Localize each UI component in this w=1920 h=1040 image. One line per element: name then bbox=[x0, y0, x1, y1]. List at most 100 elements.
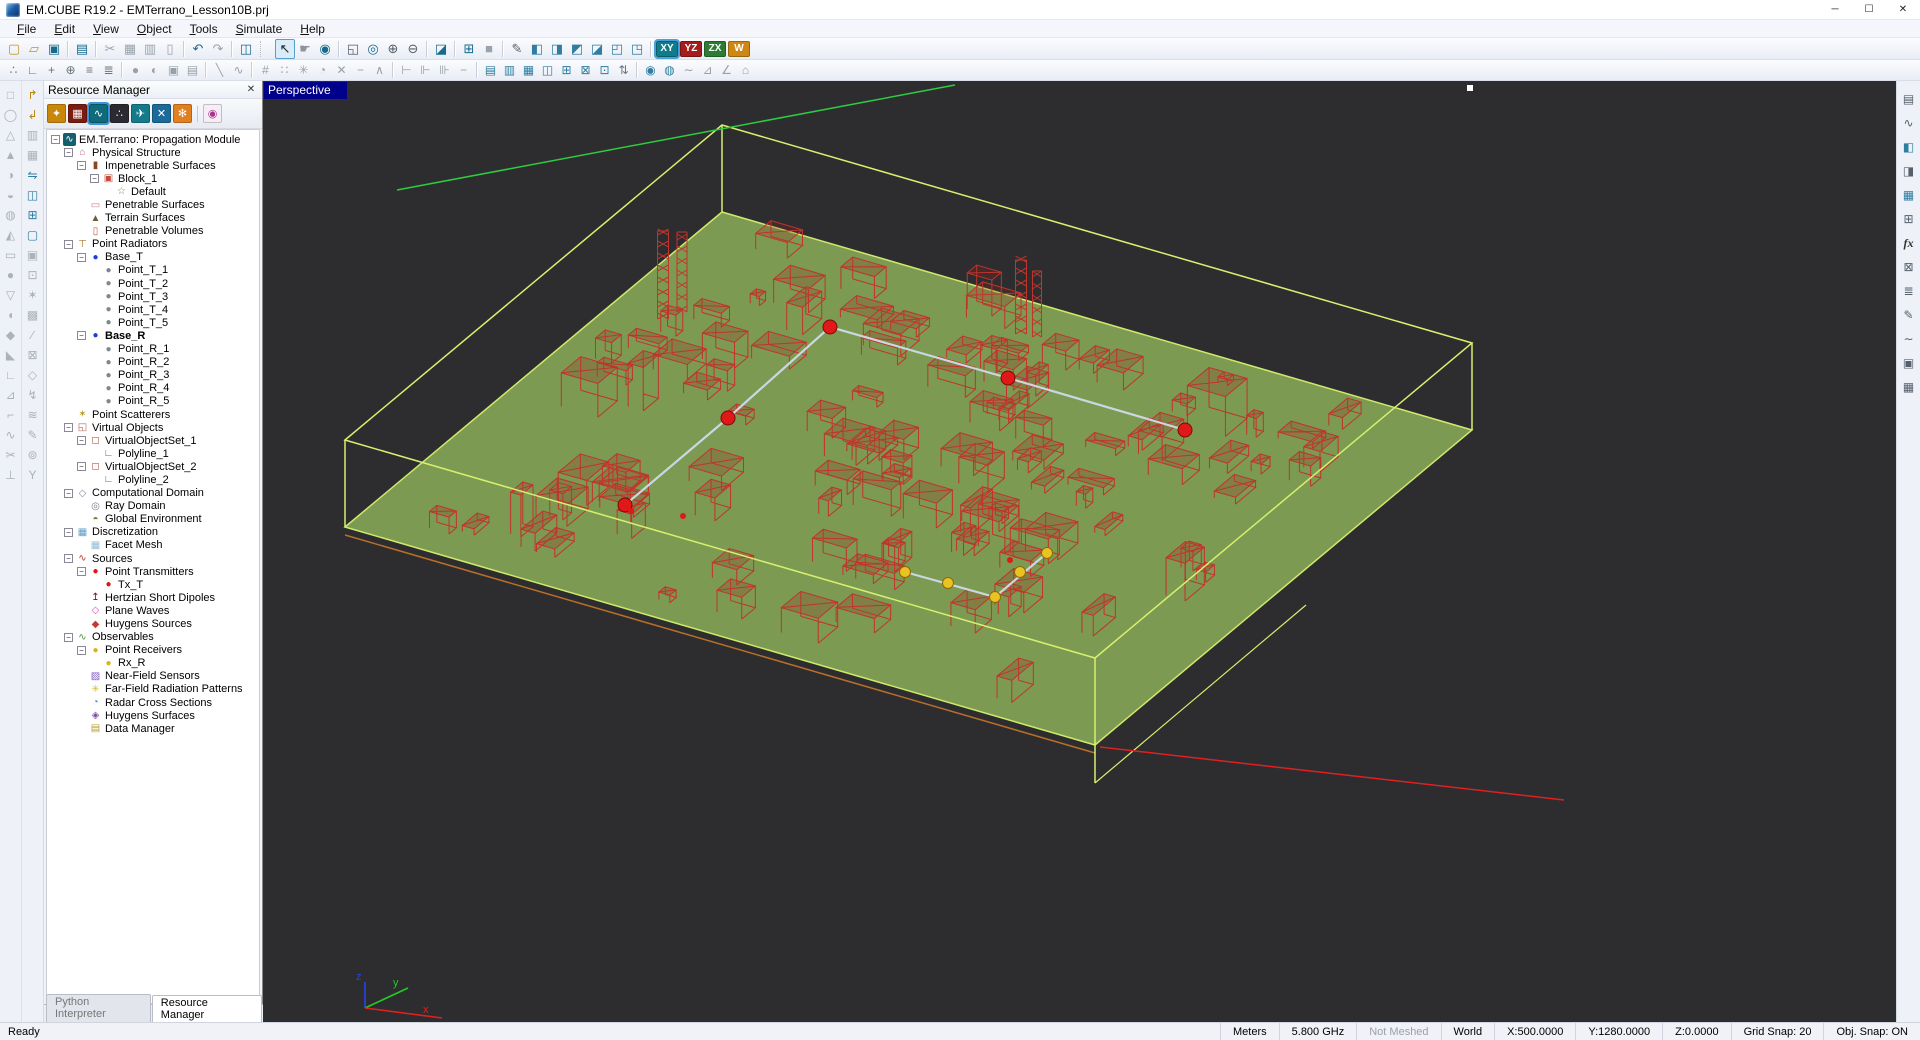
module-button-4[interactable]: ∴ bbox=[110, 104, 129, 123]
cross-snap-icon[interactable]: + bbox=[42, 61, 61, 79]
tree-item-point-scatterers[interactable]: ✶ Point Scatterers bbox=[47, 408, 259, 421]
copy-icon[interactable]: ▦ bbox=[120, 39, 140, 59]
tree-item-physical-structure[interactable]: − ⌂ Physical Structure bbox=[47, 146, 259, 159]
array-window-4-icon[interactable]: ◫ bbox=[538, 61, 557, 79]
cube-view-5-icon[interactable]: ◰ bbox=[607, 39, 627, 59]
tree-item-base-r[interactable]: − ● Base_R bbox=[47, 329, 259, 342]
cube-view-1-icon[interactable]: ◧ bbox=[527, 39, 547, 59]
tree-item-point-t-4[interactable]: ● Point_T_4 bbox=[47, 303, 259, 316]
rotate-tool-icon[interactable]: ◔ bbox=[313, 61, 332, 79]
render-view-icon[interactable]: ◪ bbox=[431, 39, 451, 59]
zoom-out-icon[interactable]: ⊖ bbox=[403, 39, 423, 59]
delete-node-icon[interactable]: ✕ bbox=[332, 61, 351, 79]
tree-item-point-r-3[interactable]: ● Point_R_3 bbox=[47, 369, 259, 382]
tree-item-point-radiators[interactable]: − ⊤ Point Radiators bbox=[47, 238, 259, 251]
tree-item-global-environment[interactable]: ◓ Global Environment bbox=[47, 513, 259, 526]
shape-tool-icon-13[interactable]: ◆ bbox=[1, 325, 21, 345]
tree-item-penetrable-surfaces[interactable]: ▭ Penetrable Surfaces bbox=[47, 198, 259, 211]
tree-item-observables[interactable]: − ∿ Observables bbox=[47, 631, 259, 644]
curve-tool-icon[interactable]: ∼ bbox=[1899, 327, 1919, 351]
expand-collapse-icon[interactable]: − bbox=[64, 423, 73, 433]
home-tool-icon[interactable]: ⌂ bbox=[736, 61, 755, 79]
transmitter-point[interactable] bbox=[1177, 422, 1193, 438]
stack-rows-icon[interactable]: ≡ bbox=[80, 61, 99, 79]
tree-item-block-1[interactable]: − ▣ Block_1 bbox=[47, 172, 259, 185]
tree-item-virtualobjectset-1[interactable]: − ◻ VirtualObjectSet_1 bbox=[47, 434, 259, 447]
mesh-grid-icon[interactable]: ▦ bbox=[1899, 183, 1919, 207]
print-icon[interactable]: ▤ bbox=[72, 39, 92, 59]
tree-item-polyline-2[interactable]: ∟ Polyline_2 bbox=[47, 473, 259, 486]
center-snap-icon[interactable]: ⊕ bbox=[61, 61, 80, 79]
measure-dash-icon[interactable]: − bbox=[454, 61, 473, 79]
tree-item-virtual-objects[interactable]: − ◱ Virtual Objects bbox=[47, 421, 259, 434]
wedge-tool-icon[interactable]: ⊿ bbox=[698, 61, 717, 79]
single-window-icon[interactable]: ■ bbox=[479, 39, 499, 59]
edit-tool-icon-12[interactable]: ▩ bbox=[23, 305, 43, 325]
save-project-icon[interactable]: ▣ bbox=[44, 39, 64, 59]
expand-collapse-icon[interactable]: − bbox=[90, 174, 99, 184]
angle-tool-icon[interactable]: ∠ bbox=[717, 61, 736, 79]
tree-item-default[interactable]: ☆ Default bbox=[47, 185, 259, 198]
image-viewer-icon[interactable]: ▣ bbox=[1899, 351, 1919, 375]
tree-item-point-r-5[interactable]: ● Point_R_5 bbox=[47, 395, 259, 408]
module-button-2[interactable]: ▦ bbox=[68, 104, 87, 123]
tree-item-radar-cross-sections[interactable]: ◔ Radar Cross Sections bbox=[47, 696, 259, 709]
edit-tool-icon-4[interactable]: ▦ bbox=[23, 145, 43, 165]
tile-windows-icon[interactable]: ⊞ bbox=[459, 39, 479, 59]
shape-tool-icon-16[interactable]: ⊿ bbox=[1, 385, 21, 405]
variable-cube-icon[interactable]: ⊠ bbox=[1899, 255, 1919, 279]
module-button-5[interactable]: ✈ bbox=[131, 104, 150, 123]
fx-function-icon[interactable]: fx bbox=[1899, 231, 1919, 255]
expand-collapse-icon[interactable]: − bbox=[64, 148, 73, 158]
edit-tool-icon-13[interactable]: ∕ bbox=[23, 325, 43, 345]
module-button-3[interactable]: ∿ bbox=[87, 102, 110, 125]
stack-rows-2-icon[interactable]: ≣ bbox=[99, 61, 118, 79]
tree-item-point-t-3[interactable]: ● Point_T_3 bbox=[47, 290, 259, 303]
box-primitive-icon[interactable]: ▣ bbox=[164, 61, 183, 79]
edit-tool-icon-7[interactable]: ⊞ bbox=[23, 205, 43, 225]
module-button-1[interactable]: ✦ bbox=[47, 104, 66, 123]
menu-edit[interactable]: Edit bbox=[45, 20, 84, 38]
tab-python-interpreter[interactable]: Python Interpreter bbox=[46, 994, 151, 1022]
maximize-button[interactable]: ☐ bbox=[1852, 0, 1886, 20]
apex-tool-icon[interactable]: ∧ bbox=[370, 61, 389, 79]
shape-tool-icon-17[interactable]: ⌐ bbox=[1, 405, 21, 425]
hemisphere-primitive-icon[interactable]: ◐ bbox=[145, 61, 164, 79]
expand-collapse-icon[interactable]: − bbox=[77, 331, 86, 341]
tree-item-computational-domain[interactable]: − ◇ Computational Domain bbox=[47, 487, 259, 500]
tree-item-facet-mesh[interactable]: ▦ Facet Mesh bbox=[47, 539, 259, 552]
expand-collapse-icon[interactable]: − bbox=[77, 161, 86, 171]
open-box-icon[interactable]: ◨ bbox=[1899, 159, 1919, 183]
globe-tool-icon[interactable]: ◉ bbox=[641, 61, 660, 79]
receiver-point[interactable] bbox=[899, 566, 911, 578]
edit-tool-icon-14[interactable]: ⊠ bbox=[23, 345, 43, 365]
shape-tool-icon-11[interactable]: ▽ bbox=[1, 285, 21, 305]
shape-tool-icon-19[interactable]: ✂ bbox=[1, 445, 21, 465]
tree-item-ray-domain[interactable]: ◎ Ray Domain bbox=[47, 500, 259, 513]
array-window-7-icon[interactable]: ⊡ bbox=[595, 61, 614, 79]
hash-grid-icon[interactable]: # bbox=[256, 61, 275, 79]
edit-tool-icon-3[interactable]: ▥ bbox=[23, 125, 43, 145]
tree-item-hertzian-short-dipoles[interactable]: ↥ Hertzian Short Dipoles bbox=[47, 591, 259, 604]
paste-icon[interactable]: ▥ bbox=[140, 39, 160, 59]
tree-item-em-terrano-propagation-module[interactable]: − ∿ EM.Terrano: Propagation Module bbox=[47, 133, 259, 147]
menu-object[interactable]: Object bbox=[128, 20, 181, 38]
move-up-down-icon[interactable]: ⇅ bbox=[614, 61, 633, 79]
shape-tool-icon-7[interactable]: ◍ bbox=[1, 205, 21, 225]
tree-item-point-t-5[interactable]: ● Point_T_5 bbox=[47, 316, 259, 329]
orbit-view-icon[interactable]: ◉ bbox=[315, 39, 335, 59]
edit-tool-icon-5[interactable]: ⇋ bbox=[23, 165, 43, 185]
transmitter-point[interactable] bbox=[822, 319, 838, 335]
receiver-point[interactable] bbox=[989, 591, 1001, 603]
view-w-button[interactable]: W bbox=[728, 40, 750, 57]
array-window-1-icon[interactable]: ▤ bbox=[481, 61, 500, 79]
redo-icon[interactable]: ↷ bbox=[208, 39, 228, 59]
delete-icon[interactable]: ▯ bbox=[160, 39, 180, 59]
edit-tool-icon-11[interactable]: ✶ bbox=[23, 285, 43, 305]
array-window-3-icon[interactable]: ▦ bbox=[519, 61, 538, 79]
shape-tool-icon-3[interactable]: △ bbox=[1, 125, 21, 145]
expand-collapse-icon[interactable]: − bbox=[77, 252, 86, 262]
edit-tool-icon-20[interactable]: Y bbox=[23, 465, 43, 485]
shape-tool-icon-2[interactable]: ◯ bbox=[1, 105, 21, 125]
expand-collapse-icon[interactable]: − bbox=[64, 239, 73, 249]
